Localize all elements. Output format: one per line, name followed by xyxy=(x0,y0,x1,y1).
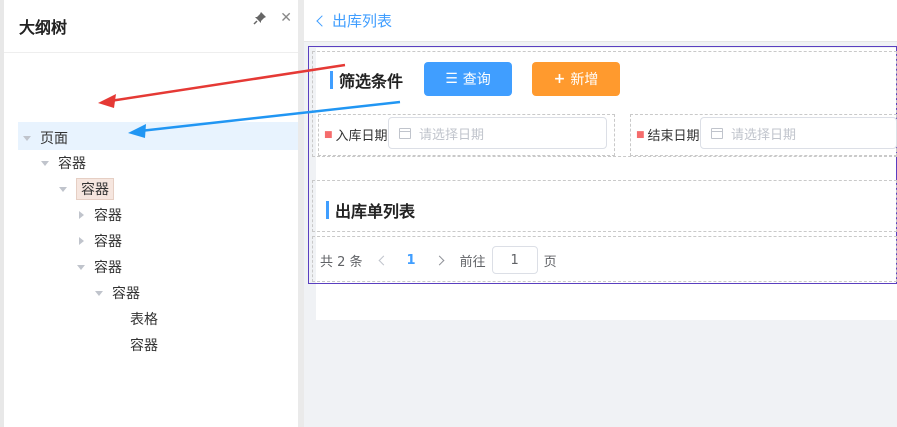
list-title-text: 出库单列表 xyxy=(335,202,416,221)
filter-title-text: 筛选条件 xyxy=(339,72,404,91)
tree-node-label: 容器 xyxy=(94,208,122,224)
query-button[interactable]: ☰ 查询 xyxy=(424,62,512,96)
caret-down-icon[interactable] xyxy=(58,184,68,194)
tree-node-label: 容器 xyxy=(112,286,140,302)
pagination-total: 共 2 条 xyxy=(320,254,363,270)
in-date-label: ■ 入库日期 xyxy=(324,125,388,144)
tree-node-label: 表格 xyxy=(130,312,158,328)
list-icon: ☰ xyxy=(445,71,458,87)
page-topbar: 出库列表 xyxy=(304,0,897,42)
pagination: 共 2 条 1 前往 1 页 xyxy=(320,246,557,274)
tree-node-container[interactable]: 容器 xyxy=(40,150,86,176)
end-date-label-text: 结束日期 xyxy=(647,129,700,144)
required-marker-icon: ■ xyxy=(636,129,645,140)
tree-node-page[interactable]: 页面 xyxy=(22,125,68,151)
chevron-right-icon[interactable] xyxy=(436,255,446,265)
design-canvas: 出库列表 筛选条件 ☰ 查询 + 新增 ■ 入库日期 请选择日期 ■ 结束日期 … xyxy=(304,0,897,427)
required-marker-icon: ■ xyxy=(324,129,333,140)
add-button-label: 新增 xyxy=(570,72,599,88)
section-accent-bar xyxy=(330,71,333,89)
tree-node-container[interactable]: 容器 xyxy=(76,254,122,280)
tree-node-label: 容器 xyxy=(76,178,114,200)
chevron-left-icon xyxy=(316,15,328,27)
pagination-goto-label: 前往 xyxy=(459,254,486,270)
caret-down-icon[interactable] xyxy=(22,133,32,143)
caret-right-icon[interactable] xyxy=(76,236,86,246)
query-button-label: 查询 xyxy=(462,72,491,88)
pin-icon[interactable] xyxy=(252,10,268,26)
caret-down-icon[interactable] xyxy=(40,158,50,168)
outline-title: 大纲树 xyxy=(19,18,68,37)
tree-node-container[interactable]: 容器 xyxy=(76,202,122,228)
add-button[interactable]: + 新增 xyxy=(532,62,620,96)
tree-node-container[interactable]: 容器 xyxy=(94,280,140,306)
in-date-placeholder: 请选择日期 xyxy=(419,127,485,143)
close-icon[interactable]: ✕ xyxy=(280,10,292,26)
caret-down-icon[interactable] xyxy=(76,262,86,272)
chevron-left-icon[interactable] xyxy=(377,255,387,265)
outline-panel: 大纲树 ✕ 页面 容器 容器 容器 容器 容器 容器 表格 容器 xyxy=(0,0,302,427)
tree-node-container[interactable]: 容器 xyxy=(76,228,122,254)
end-date-label: ■ 结束日期 xyxy=(636,125,700,144)
tree-node-container-selected[interactable]: 容器 xyxy=(58,176,114,202)
tree-node-label: 容器 xyxy=(58,156,86,172)
pagination-page-1[interactable]: 1 xyxy=(407,253,416,268)
tree-node-label: 页面 xyxy=(40,131,68,147)
filter-section-title: 筛选条件 xyxy=(330,68,403,92)
outline-header: 大纲树 ✕ xyxy=(4,0,298,53)
tree-node-container[interactable]: 容器 xyxy=(130,332,158,358)
plus-icon: + xyxy=(553,71,566,87)
back-link[interactable]: 出库列表 xyxy=(316,10,393,31)
caret-right-icon[interactable] xyxy=(76,210,86,220)
tree-node-label: 容器 xyxy=(130,338,158,354)
tree-node-table[interactable]: 表格 xyxy=(130,306,158,332)
tree-node-label: 容器 xyxy=(94,260,122,276)
canvas-stage: 筛选条件 ☰ 查询 + 新增 ■ 入库日期 请选择日期 ■ 结束日期 请选择日期 xyxy=(304,42,897,427)
end-date-placeholder: 请选择日期 xyxy=(731,127,797,143)
tree-node-label: 容器 xyxy=(94,234,122,250)
caret-down-icon[interactable] xyxy=(94,288,104,298)
pagination-goto-input[interactable]: 1 xyxy=(491,246,538,274)
calendar-icon xyxy=(399,127,411,139)
end-date-picker[interactable]: 请选择日期 xyxy=(700,117,897,149)
section-accent-bar xyxy=(326,201,329,219)
back-link-label: 出库列表 xyxy=(332,12,393,30)
in-date-label-text: 入库日期 xyxy=(335,129,388,144)
list-section-title: 出库单列表 xyxy=(326,198,415,222)
calendar-icon xyxy=(711,127,723,139)
pagination-page-suffix: 页 xyxy=(543,254,557,270)
in-date-picker[interactable]: 请选择日期 xyxy=(388,117,607,149)
